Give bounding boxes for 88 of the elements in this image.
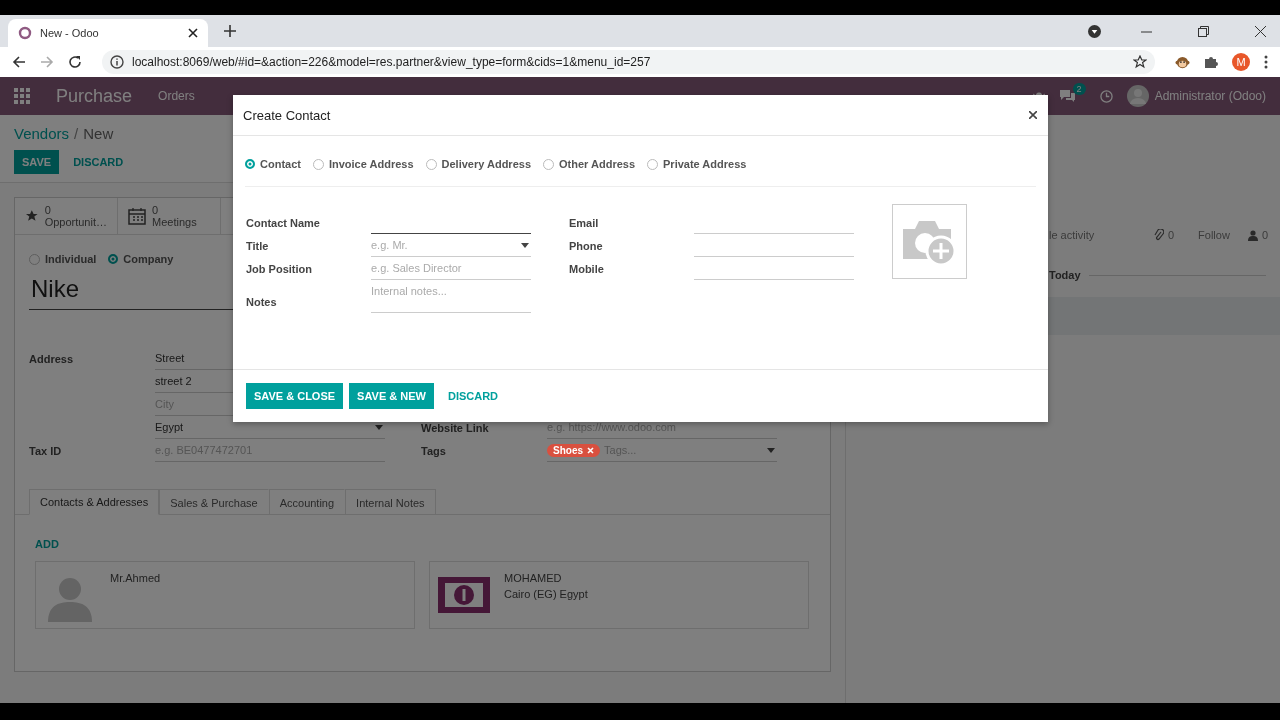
notebook-tab[interactable]: Internal Notes	[345, 489, 436, 515]
caret-icon	[521, 243, 529, 248]
info-icon	[110, 55, 124, 69]
contact-name: Mr.Ahmed	[110, 572, 161, 584]
new-tab-icon[interactable]	[224, 25, 236, 37]
field-label: Tax ID	[29, 444, 63, 459]
radio-button[interactable]	[647, 158, 659, 170]
user-name[interactable]: Administrator (Odoo)	[1154, 89, 1266, 103]
notebook-tab[interactable]: Sales & Purchase	[159, 489, 269, 515]
discard-button[interactable]: DISCARD	[65, 150, 132, 174]
radio-label[interactable]: Contact	[260, 158, 301, 170]
radio-label[interactable]: Delivery Address	[441, 158, 531, 170]
person-icon[interactable]	[1247, 229, 1258, 241]
message-count-badge: 2	[1072, 83, 1086, 95]
radio-button[interactable]	[543, 158, 554, 170]
field-label: Title	[246, 239, 270, 254]
breadcrumb-link[interactable]: Vendors	[14, 125, 70, 142]
field-label: Phone	[569, 239, 604, 254]
save-button[interactable]: SAVE & CLOSE	[246, 383, 344, 409]
address-bar[interactable]: localhost:8069/web/#id=&action=226&model=res.partner&view_type=form&cids=1&menu_id=257	[102, 50, 1155, 74]
field-label: Email	[569, 216, 600, 231]
restore-icon[interactable]	[1198, 25, 1209, 37]
close-icon[interactable]	[188, 28, 198, 38]
smart-button[interactable]: 0 Opportunit…	[15, 198, 118, 234]
radio-button[interactable]	[108, 254, 119, 264]
notebook-tab[interactable]: Accounting	[268, 489, 346, 515]
save-button[interactable]: SAVE	[14, 150, 60, 174]
contact-name: MOHAMED	[504, 572, 563, 584]
radio-label[interactable]: Private Address	[663, 158, 747, 170]
paperclip-icon[interactable]	[1153, 229, 1164, 241]
field-label: Website Link	[421, 421, 490, 436]
field-label: Mobile	[569, 262, 605, 277]
profile-avatar[interactable]: M	[1232, 53, 1250, 71]
circle-logo-icon	[18, 26, 32, 40]
avatar-icon[interactable]	[1126, 85, 1149, 107]
field-label: Notes	[246, 295, 278, 310]
activity-link[interactable]: le activity	[1049, 229, 1095, 241]
radio-button[interactable]	[312, 158, 324, 170]
calendar-icon	[128, 207, 146, 225]
radio-button[interactable]	[425, 158, 437, 170]
forward-arrow-icon[interactable]	[40, 55, 54, 69]
radio-label[interactable]: Invoice Address	[328, 158, 414, 170]
remove-icon[interactable]	[587, 446, 594, 454]
menu-item[interactable]: Orders	[158, 89, 195, 103]
field-label: Tags	[421, 444, 447, 459]
date-separator: Today	[1049, 269, 1081, 281]
input-field[interactable]: e.g. Mr.	[371, 234, 531, 257]
browser-tab[interactable]: New - Odoo	[8, 19, 208, 47]
star-icon[interactable]	[1133, 55, 1147, 69]
puzzle-icon[interactable]	[1204, 55, 1218, 69]
contact-address: Cairo (EG) Egypt	[504, 588, 588, 600]
contact-card[interactable]: MOHAMED Cairo (EG) Egypt	[429, 561, 809, 629]
radio-label[interactable]: Individual	[45, 253, 97, 265]
clock-icon[interactable]	[1099, 89, 1113, 103]
breadcrumb-current: New	[83, 125, 114, 142]
notebook-tab[interactable]: Contacts & Addresses	[29, 489, 160, 515]
dialog-title: Create Contact	[243, 107, 331, 123]
radio-button[interactable]	[245, 159, 255, 169]
banknote-icon	[438, 577, 490, 613]
add-link[interactable]: ADD	[35, 538, 59, 550]
radio-label[interactable]: Company	[123, 253, 174, 265]
input-field[interactable]: Internal notes...	[371, 280, 531, 313]
caret-icon	[767, 448, 775, 453]
close-icon[interactable]	[1029, 111, 1037, 119]
contact-card[interactable]: Mr.Ahmed	[35, 561, 415, 629]
reload-icon[interactable]	[68, 55, 82, 69]
dropdown-circle-icon[interactable]	[1088, 24, 1101, 38]
save-button[interactable]: SAVE & NEW	[349, 383, 434, 409]
tag: Shoes	[547, 443, 600, 457]
field-label: Contact Name	[246, 216, 321, 231]
close-icon[interactable]	[1255, 25, 1266, 37]
tab-title: New - Odoo	[40, 27, 100, 39]
back-arrow-icon[interactable]	[12, 55, 26, 69]
follow-link[interactable]: Follow	[1198, 229, 1230, 241]
app-name[interactable]: Purchase	[56, 85, 133, 107]
attachment-count[interactable]: 0	[1167, 229, 1175, 241]
kebab-menu-icon[interactable]	[1264, 55, 1268, 69]
chat-bubbles-icon[interactable]	[1058, 89, 1076, 103]
field-label: Address	[29, 352, 75, 367]
radio-button[interactable]	[29, 253, 40, 265]
input-field[interactable]: e.g. Sales Director	[371, 257, 531, 280]
apps-grid-icon[interactable]	[14, 88, 30, 104]
breadcrumb-separator: /	[74, 125, 79, 142]
smart-button[interactable]: 0 Meetings	[118, 198, 221, 234]
radio-label[interactable]: Other Address	[559, 158, 636, 170]
monkey-face-icon[interactable]	[1175, 54, 1190, 70]
follower-count[interactable]: 0	[1261, 229, 1268, 241]
discard-button[interactable]: DISCARD	[439, 383, 507, 409]
